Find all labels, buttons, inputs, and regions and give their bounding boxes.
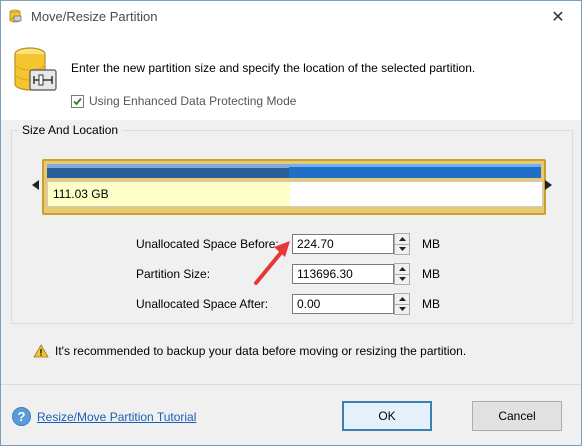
warning-text: It's recommended to backup your data bef…	[55, 344, 467, 358]
partition-capacity-label: 111.03 GB	[53, 187, 109, 201]
unit-label: MB	[422, 237, 440, 251]
spin-down-icon[interactable]	[395, 244, 409, 254]
right-resize-handle[interactable]	[545, 180, 552, 190]
unit-label: MB	[422, 267, 440, 281]
left-resize-handle[interactable]	[32, 180, 39, 190]
warning-icon	[33, 344, 49, 358]
footer-divider	[1, 384, 581, 385]
unallocated-after-label: Unallocated Space After:	[136, 297, 269, 311]
checkmark-icon	[73, 97, 82, 105]
tutorial-help[interactable]: ? Resize/Move Partition Tutorial	[12, 407, 196, 426]
dialog-header: Enter the new partition size and specify…	[1, 32, 581, 120]
ok-button[interactable]: OK	[342, 401, 432, 431]
enhanced-mode-checkbox[interactable]	[71, 94, 84, 108]
unit-label: MB	[422, 297, 440, 311]
unallocated-after-spinner[interactable]	[394, 293, 410, 315]
partition-size-spinner[interactable]	[394, 263, 410, 285]
spin-down-icon[interactable]	[395, 274, 409, 284]
spin-down-icon[interactable]	[395, 304, 409, 314]
title-bar: Move/Resize Partition ✕	[1, 1, 581, 32]
tutorial-link[interactable]: Resize/Move Partition Tutorial	[37, 410, 196, 424]
instruction-text: Enter the new partition size and specify…	[71, 61, 476, 75]
annotation-arrow-icon	[254, 241, 290, 285]
partition-size-input[interactable]	[292, 264, 394, 284]
disk-resize-icon	[14, 47, 57, 91]
partition-app-icon	[9, 9, 22, 23]
window-title: Move/Resize Partition	[31, 9, 158, 24]
backup-warning: It's recommended to backup your data bef…	[33, 344, 466, 358]
unallocated-before-input[interactable]	[292, 234, 394, 254]
enhanced-mode-option[interactable]: Using Enhanced Data Protecting Mode	[71, 94, 296, 108]
close-icon: ✕	[551, 8, 565, 26]
help-icon[interactable]: ?	[12, 407, 31, 426]
partition-usage-bar	[47, 164, 541, 178]
partition-capacity-area: 111.03 GB	[47, 181, 543, 207]
unallocated-after-input[interactable]	[292, 294, 394, 314]
group-title: Size And Location	[18, 123, 123, 137]
size-location-group: Size And Location 111.03 GB Unallocated …	[11, 123, 573, 324]
cancel-button[interactable]: Cancel	[472, 401, 562, 431]
enhanced-mode-label: Using Enhanced Data Protecting Mode	[89, 94, 297, 108]
unallocated-before-spinner[interactable]	[394, 233, 410, 255]
move-resize-dialog: Move/Resize Partition ✕ Enter the new pa…	[0, 0, 582, 446]
partition-map[interactable]: 111.03 GB	[32, 159, 552, 215]
used-space-bar	[47, 164, 290, 178]
dialog-body: Size And Location 111.03 GB Unallocated …	[1, 120, 581, 445]
unallocated-after-row: Unallocated Space After: MB	[136, 293, 440, 315]
partition-block[interactable]: 111.03 GB	[42, 159, 546, 215]
close-button[interactable]: ✕	[535, 1, 581, 32]
